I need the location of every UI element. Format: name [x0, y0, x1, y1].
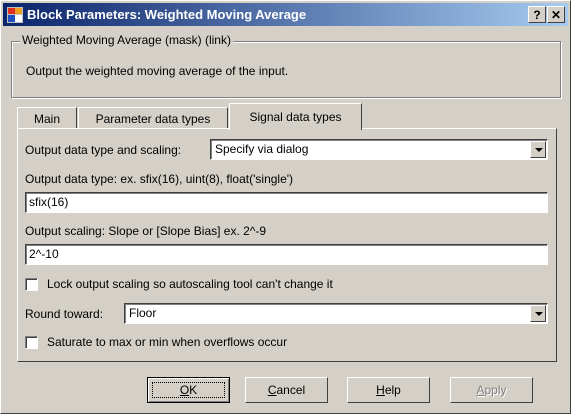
output-type-scaling-value: Specify via dialog	[215, 142, 309, 156]
output-data-type-label: Output data type: ex. sfix(16), uint(8),…	[25, 172, 294, 186]
block-description: Output the weighted moving average of th…	[26, 64, 289, 78]
round-toward-label: Round toward:	[25, 307, 104, 321]
tab-parameter-data-types[interactable]: Parameter data types	[78, 107, 228, 129]
output-scaling-label: Output scaling: Slope or [Slope Bias] ex…	[25, 224, 267, 238]
help-button[interactable]: Help	[347, 377, 430, 403]
apply-button[interactable]: Apply	[450, 377, 533, 403]
ok-button[interactable]: OK	[147, 377, 230, 403]
chevron-down-icon[interactable]	[530, 305, 546, 322]
round-toward-select[interactable]: Floor	[124, 303, 548, 324]
group-legend: Weighted Moving Average (mask) (link)	[20, 33, 233, 47]
help-title-button[interactable]: ?	[528, 6, 546, 23]
title-bar[interactable]: Block Parameters: Weighted Moving Averag…	[3, 3, 568, 26]
cancel-button[interactable]: Cancel	[245, 377, 328, 403]
saturate-checkbox[interactable]	[25, 336, 38, 349]
simulink-block-icon	[7, 7, 23, 23]
tab-signal-data-types[interactable]: Signal data types	[229, 103, 362, 130]
signal-data-types-panel: Output data type and scaling: Specify vi…	[17, 128, 557, 362]
output-type-scaling-label: Output data type and scaling:	[25, 143, 182, 157]
block-description-group: Weighted Moving Average (mask) (link) Ou…	[11, 33, 561, 98]
focus-rect	[152, 382, 225, 398]
lock-scaling-checkbox[interactable]	[25, 278, 38, 291]
output-scaling-input[interactable]: 2^-10	[25, 244, 548, 265]
lock-scaling-label[interactable]: Lock output scaling so autoscaling tool …	[47, 277, 333, 291]
chevron-down-icon[interactable]	[530, 141, 546, 158]
output-data-type-input[interactable]: sfix(16)	[25, 192, 548, 213]
output-type-scaling-select[interactable]: Specify via dialog	[210, 139, 548, 160]
saturate-label[interactable]: Saturate to max or min when overflows oc…	[47, 335, 287, 349]
round-toward-value: Floor	[129, 306, 157, 320]
tab-main[interactable]: Main	[17, 107, 77, 129]
window-title: Block Parameters: Weighted Moving Averag…	[27, 7, 307, 22]
close-button[interactable]: ✕	[547, 6, 565, 23]
dialog-window: Block Parameters: Weighted Moving Averag…	[0, 0, 571, 414]
